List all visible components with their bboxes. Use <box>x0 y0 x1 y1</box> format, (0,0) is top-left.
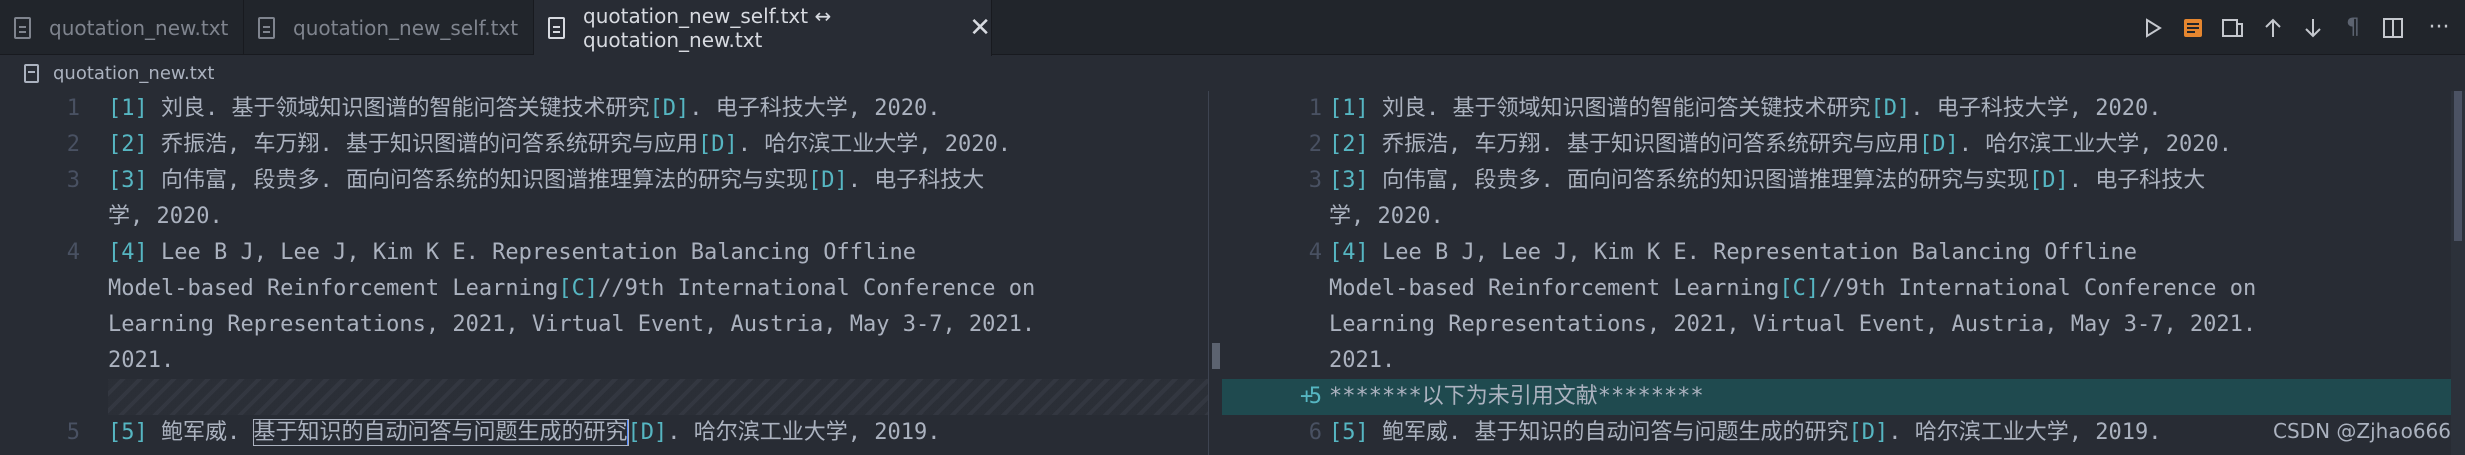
line-text: *******以下为未引用文献******** <box>1329 384 1704 409</box>
tab-bar: quotation_new.txt quotation_new_self.txt… <box>0 0 2465 56</box>
selected-text[interactable]: 基于知识的自动问答与问题生成的研究 <box>252 419 629 446</box>
line-text: 2021. <box>1329 348 1396 373</box>
line-number: 2 <box>66 132 80 157</box>
code-line: 3 [3] 向伟富, 段贵多. 面向问答系统的知识图谱推理算法的研究与实现[D]… <box>0 163 1222 199</box>
line-text: [2] 乔振浩, 车万翔. 基于知识图谱的问答系统研究与应用[D]. 哈尔滨工业… <box>108 132 1011 157</box>
open-changes-icon[interactable] <box>2213 0 2253 55</box>
file-icon <box>24 63 39 83</box>
code-line: 2 [2] 乔振浩, 车万翔. 基于知识图谱的问答系统研究与应用[D]. 哈尔滨… <box>0 127 1222 163</box>
line-text: Model-based Reinforcement Learning[C]//9… <box>108 276 1036 301</box>
close-icon[interactable]: ✕ <box>969 15 991 41</box>
code-line: 1 [1] 刘良. 基于领域知识图谱的智能问答关键技术研究[D]. 电子科技大学… <box>0 91 1222 127</box>
code-line-wrap: 2021. <box>0 343 1222 379</box>
line-text: [4] Lee B J, Lee J, Kim K E. Representat… <box>1329 240 2137 265</box>
tab-label: quotation_new.txt <box>49 15 229 40</box>
code-line-wrap: 2021. <box>1222 343 2465 379</box>
line-text: [2] 乔振浩, 车万翔. 基于知识图谱的问答系统研究与应用[D]. 哈尔滨工业… <box>1329 132 2232 157</box>
breadcrumb-file[interactable]: quotation_new.txt <box>53 63 214 84</box>
watermark: CSDN @Zjhao666 <box>2273 419 2451 443</box>
line-text: 学, 2020. <box>108 204 223 229</box>
line-text: Learning Representations, 2021, Virtual … <box>108 312 1036 337</box>
line-number: 3 <box>66 168 80 193</box>
code-line-wrap: 学, 2020. <box>1222 199 2465 235</box>
code-line-wrap: Learning Representations, 2021, Virtual … <box>0 307 1222 343</box>
diff-filler-hatch <box>108 379 1210 415</box>
line-number: 1 <box>66 96 80 121</box>
line-text: 2021. <box>108 348 175 373</box>
line-text[interactable]: [5] 鲍军威. 基于知识的自动问答与问题生成的研究[D]. 哈尔滨工业大学, … <box>108 415 940 451</box>
code-line-wrap: Model-based Reinforcement Learning[C]//9… <box>1222 271 2465 307</box>
pane-divider-scrollbar[interactable] <box>1208 91 1222 455</box>
line-text: [3] 向伟富, 段贵多. 面向问答系统的知识图谱推理算法的研究与实现[D]. … <box>1329 168 2206 193</box>
line-number: 4 <box>66 240 80 265</box>
previous-change-icon[interactable] <box>2253 0 2293 55</box>
line-number: 1 <box>1308 96 1322 121</box>
code-line-wrap: Model-based Reinforcement Learning[C]//9… <box>0 271 1222 307</box>
split-editor-icon[interactable] <box>2373 0 2413 55</box>
more-actions-icon[interactable]: ··· <box>2413 0 2465 55</box>
code-line: 5 [5] 鲍军威. 基于知识的自动问答与问题生成的研究[D]. 哈尔滨工业大学… <box>0 415 1222 451</box>
file-icon <box>548 17 565 39</box>
line-text: [3] 向伟富, 段贵多. 面向问答系统的知识图谱推理算法的研究与实现[D]. … <box>108 168 985 193</box>
inserted-line: 5 + *******以下为未引用文献******** <box>1222 379 2465 415</box>
tab-label: quotation_new_self.txt <box>293 15 519 40</box>
line-text: Learning Representations, 2021, Virtual … <box>1329 312 2257 337</box>
code-line: 1 [1] 刘良. 基于领域知识图谱的智能问答关键技术研究[D]. 电子科技大学… <box>1222 91 2465 127</box>
breadcrumb: quotation_new.txt <box>0 55 2465 91</box>
diff-right-pane[interactable]: 1 [1] 刘良. 基于领域知识图谱的智能问答关键技术研究[D]. 电子科技大学… <box>1222 91 2465 455</box>
line-number: 2 <box>1308 132 1322 157</box>
line-number: 3 <box>1308 168 1322 193</box>
code-line: 3 [3] 向伟富, 段贵多. 面向问答系统的知识图谱推理算法的研究与实现[D]… <box>1222 163 2465 199</box>
tab-quotation-new[interactable]: quotation_new.txt <box>0 0 244 55</box>
line-number: 6 <box>1308 420 1322 445</box>
tab-diff-view[interactable]: quotation_new_self.txt ↔ quotation_new.t… <box>534 0 992 56</box>
code-line-wrap: 学, 2020. <box>0 199 1222 235</box>
line-text: 学, 2020. <box>1329 204 1444 229</box>
code-line: 2 [2] 乔振浩, 车万翔. 基于知识图谱的问答系统研究与应用[D]. 哈尔滨… <box>1222 127 2465 163</box>
code-line: 4 [4] Lee B J, Lee J, Kim K E. Represent… <box>0 235 1222 271</box>
scrollbar-thumb[interactable] <box>1212 343 1220 369</box>
whitespace-icon[interactable]: ¶ <box>2333 0 2373 55</box>
tab-label: quotation_new_self.txt ↔ quotation_new.t… <box>583 4 832 52</box>
line-text: [5] 鲍军威. 基于知识的自动问答与问题生成的研究[D]. 哈尔滨工业大学, … <box>1329 420 2162 445</box>
open-preview-icon[interactable] <box>2173 0 2213 55</box>
vertical-scrollbar[interactable] <box>2451 91 2465 455</box>
tab-quotation-new-self[interactable]: quotation_new_self.txt <box>244 0 534 55</box>
line-text: [1] 刘良. 基于领域知识图谱的智能问答关键技术研究[D]. 电子科技大学, … <box>1329 96 2162 121</box>
line-text: Model-based Reinforcement Learning[C]//9… <box>1329 276 2257 301</box>
line-text: [1] 刘良. 基于领域知识图谱的智能问答关键技术研究[D]. 电子科技大学, … <box>108 96 941 121</box>
code-line-wrap: Learning Representations, 2021, Virtual … <box>1222 307 2465 343</box>
code-line: 4 [4] Lee B J, Lee J, Kim K E. Represent… <box>1222 235 2465 271</box>
diff-left-pane[interactable]: 1 [1] 刘良. 基于领域知识图谱的智能问答关键技术研究[D]. 电子科技大学… <box>0 91 1222 455</box>
scrollbar-thumb[interactable] <box>2454 91 2462 241</box>
next-change-icon[interactable] <box>2293 0 2333 55</box>
file-icon <box>14 16 31 39</box>
line-number: 5 <box>66 420 80 445</box>
line-number: 4 <box>1308 240 1322 265</box>
file-icon <box>258 16 275 39</box>
insert-marker: + <box>1300 384 1314 409</box>
run-icon[interactable] <box>2133 0 2173 55</box>
editor-actions: ¶ ··· <box>2133 0 2465 55</box>
line-text: [4] Lee B J, Lee J, Kim K E. Representat… <box>108 240 916 265</box>
